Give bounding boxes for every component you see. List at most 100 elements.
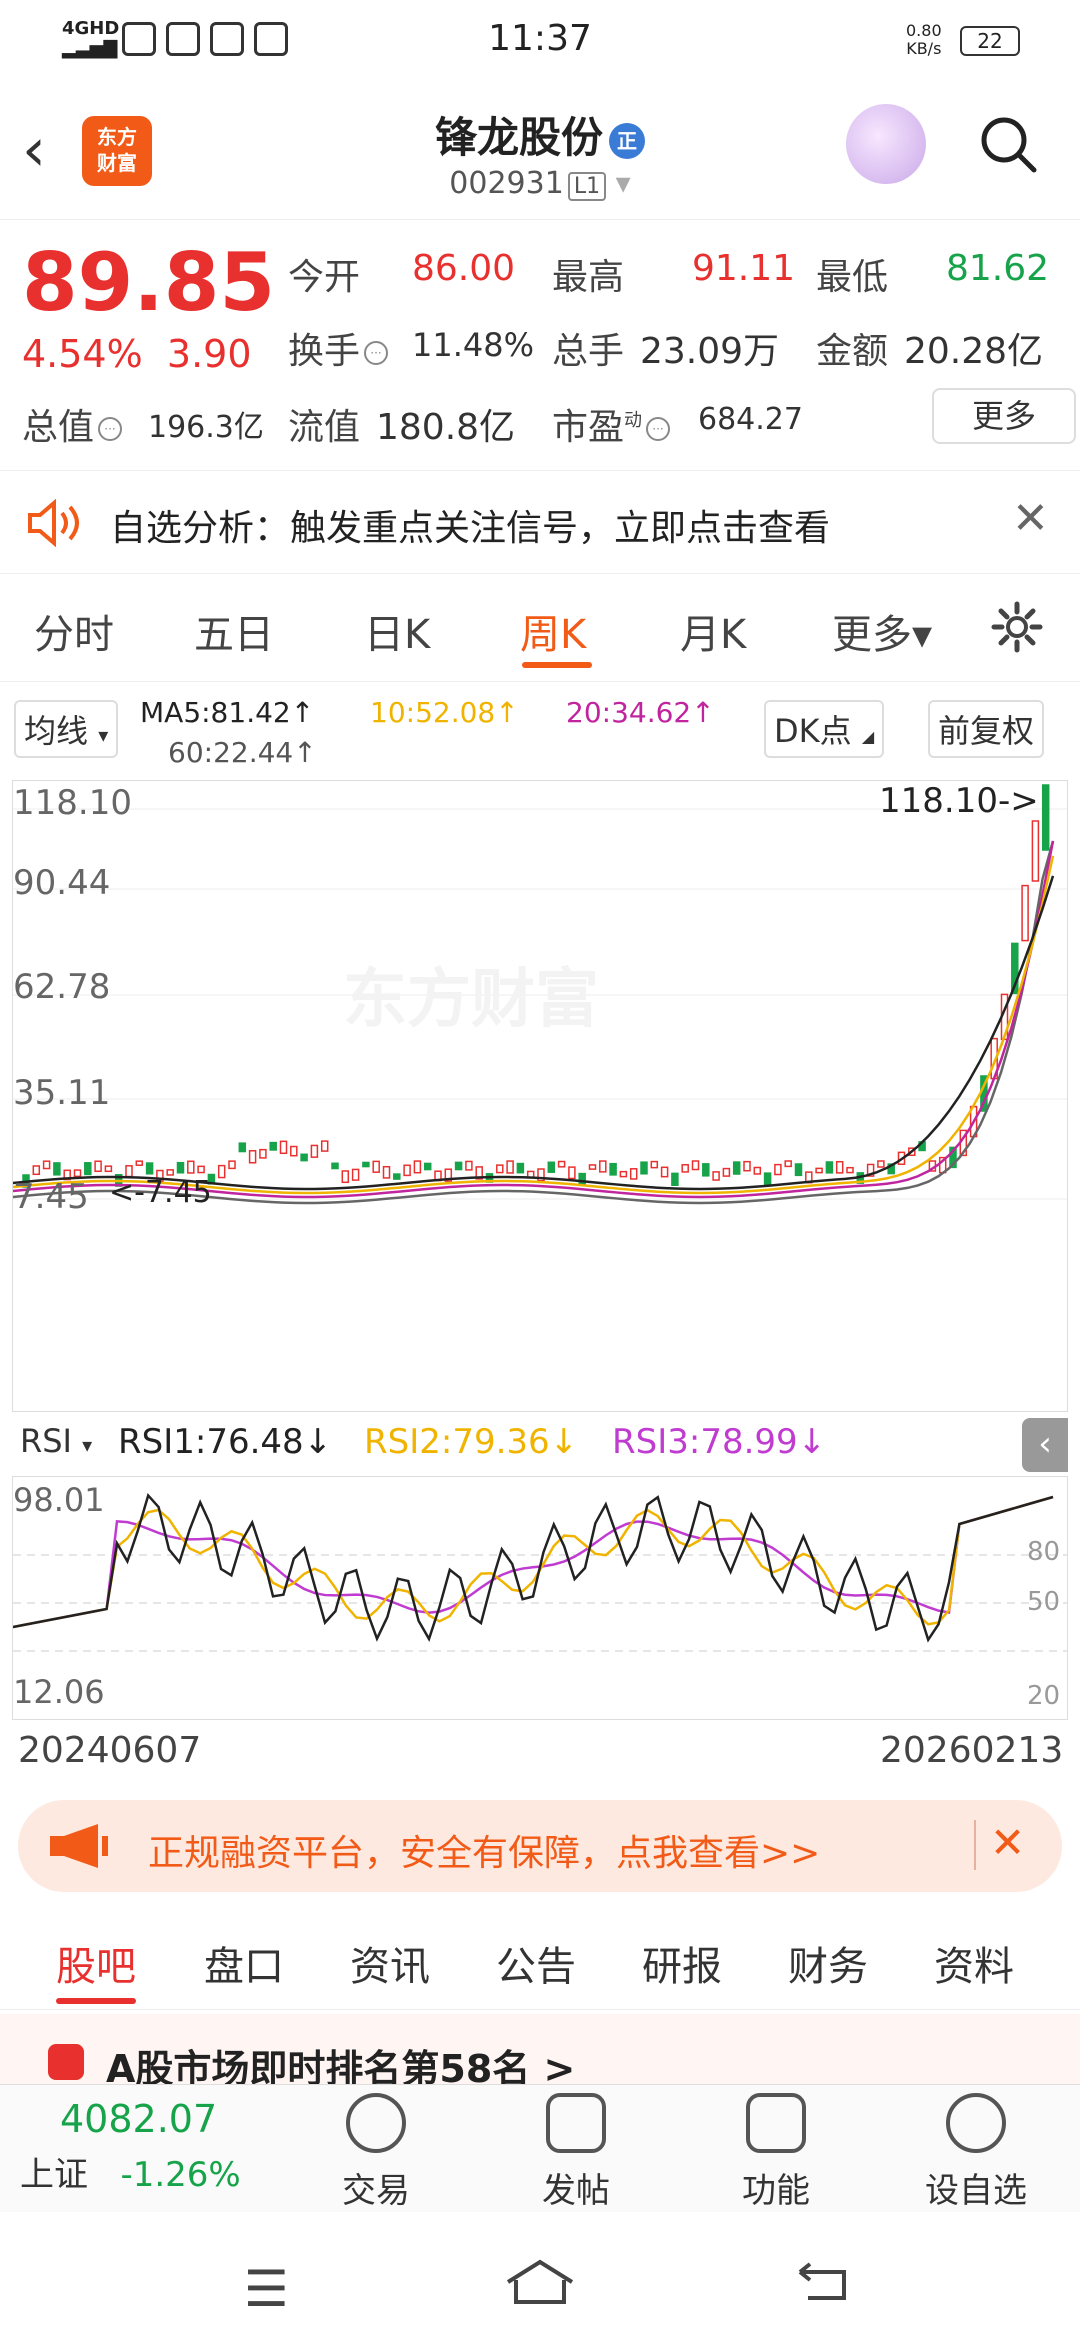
candle [568,1166,576,1180]
candle [279,1140,288,1155]
info-icon[interactable]: ··· [646,417,671,441]
tab-research[interactable]: 研报 [642,1934,722,1992]
candle [640,1161,648,1175]
candle [815,1167,823,1174]
candle [784,1160,792,1168]
date-end: 20260213 [880,1730,1064,1771]
candle [588,1164,597,1170]
candle [135,1160,144,1166]
candle [774,1163,782,1176]
menu-icon[interactable]: ☰ [244,2260,289,2318]
last-price: 89.85 [22,236,276,329]
post-button[interactable]: 发帖 [496,2093,656,2212]
tab-intraday[interactable]: 分时 [34,602,114,660]
candle [877,1160,885,1168]
back-nav-icon[interactable] [796,2262,852,2302]
candle [1041,784,1050,851]
candle [187,1160,195,1174]
stock-header: ‹ 东方 财富 锋龙股份正 002931 L1 ▾ [0,80,1080,220]
candle [722,1167,731,1177]
rsi3-line [12,1495,1054,1629]
net-speed: 0.80 KB/s [906,21,942,58]
news-row[interactable]: A股市场即时排名第58名 > [0,2014,1080,2084]
edit-icon [546,2093,606,2153]
tab-profile[interactable]: 资料 [934,1934,1014,1992]
turnover-label: 换手 ··· [288,322,392,374]
tab-weekly-k[interactable]: 周K [520,602,586,660]
y-tick: 7.45 [13,1177,89,1217]
dk-point-select[interactable]: DK点 ◢ [764,700,885,758]
trade-button[interactable]: 交易 [296,2093,456,2212]
rsi-select[interactable]: RSI ▾ [12,1418,101,1464]
float-value: 180.8亿 [376,407,516,448]
tab-more[interactable]: 更多▾ [832,602,932,660]
analysis-alert[interactable]: 自选分析：触发重点关注信号，立即点击查看 ✕ [0,470,1080,574]
tab-five-day[interactable]: 五日 [194,602,274,660]
candle [660,1166,669,1178]
candle [691,1160,700,1171]
info-icon[interactable]: ··· [98,417,123,441]
rsi-indicator-row: RSI ▾ RSI1:76.48↓ RSI2:79.36↓ RSI3:78.99… [12,1412,1068,1476]
candle [743,1160,751,1172]
kline-svg: 东方财富 [12,784,1067,1205]
index-quote[interactable]: 4082.07 上证 -1.26% [20,2097,280,2196]
candle [671,1172,679,1186]
candle [217,1164,226,1179]
tab-daily-k[interactable]: 日K [364,602,430,660]
news-text: A股市场即时排名第58名 > [106,2047,576,2084]
home-icon[interactable] [504,2258,576,2306]
candle [32,1165,41,1176]
level-badge: L1 [567,172,607,201]
system-nav-bar: ☰ [0,2212,1080,2340]
candle [496,1164,504,1174]
mktcap-label: 总值 ··· [22,398,126,450]
date-start: 20240607 [18,1730,202,1771]
add-watchlist-button[interactable]: 设自选 [896,2093,1056,2212]
collapse-panel-icon[interactable]: ‹ [1022,1418,1068,1472]
close-icon[interactable]: ✕ [990,1818,1025,1867]
tab-orderbook[interactable]: 盘口 [204,1934,284,1992]
candle [629,1168,638,1180]
candle [599,1160,607,1173]
divider [974,1820,976,1870]
tab-monthly-k[interactable]: 月K [680,602,746,660]
stock-code[interactable]: 002931 L1 ▾ [0,166,1080,201]
ma5-value: MA5:81.42↑ [140,696,315,729]
bottom-toolbar: 4082.07 上证 -1.26% 交易 发帖 功能 设自选 [0,2084,1080,2212]
more-dots-icon [946,2093,1006,2153]
tab-announcements[interactable]: 公告 [496,1934,576,1992]
candle [835,1160,844,1174]
adjust-select[interactable]: 前复权 [928,700,1045,758]
close-icon[interactable]: ✕ [1012,493,1049,544]
yen-icon [346,2093,406,2153]
more-button[interactable]: 更多 [932,388,1076,444]
candle [73,1169,82,1178]
speaker-icon [28,499,79,547]
promo-banner[interactable]: 正规融资平台，安全有保障，点我查看>> ✕ [18,1800,1062,1892]
low-label: 最低 [816,257,889,298]
functions-button[interactable]: 功能 [696,2093,856,2212]
tab-guba[interactable]: 股吧 [56,1934,136,1992]
status-bar: 4GHD ▂▃▅▇ 11:37 0.80 KB/s 22 [0,0,1080,80]
ma60-value: 60:22.44↑ [168,736,317,769]
rsi2-line [12,1495,1054,1629]
alert-text: 自选分析：触发重点关注信号，立即点击查看 [110,508,831,549]
candle [197,1165,205,1174]
rsi-chart[interactable]: 98.01 12.06 80 50 20 [12,1476,1068,1720]
candle [331,1162,339,1170]
info-icon[interactable]: ··· [364,341,389,365]
high-label: 最高 [552,257,625,298]
indicator-select[interactable]: 均线 ▾ [14,700,119,758]
tab-news[interactable]: 资讯 [350,1934,430,1992]
tab-finance[interactable]: 财务 [788,1934,868,1992]
banner-text: 正规融资平台，安全有保障，点我查看>> [148,1833,821,1874]
high-value: 91.11 [692,248,796,289]
assistant-avatar-icon[interactable] [846,104,926,184]
candle [300,1153,308,1162]
y-tick: 62.78 [13,967,111,1007]
candle [238,1142,247,1153]
rank-icon [48,2044,84,2080]
search-icon[interactable] [978,114,1038,174]
kline-chart[interactable]: 东方财富 118.10 90.44 62.78 35.11 7.45 118.1… [12,780,1068,1412]
settings-gear-icon[interactable] [990,600,1044,654]
